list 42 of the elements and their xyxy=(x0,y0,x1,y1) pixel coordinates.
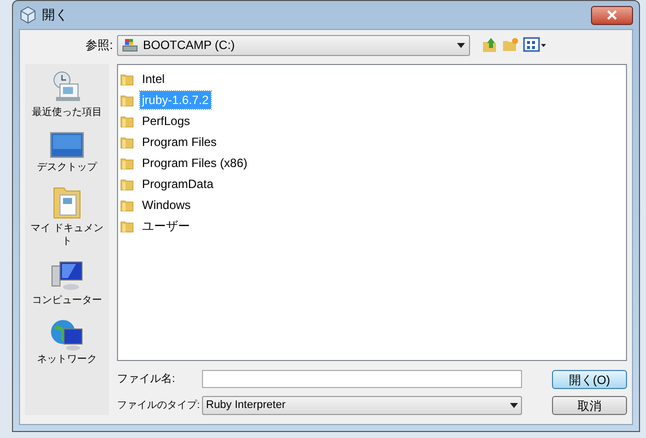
places-bar-item[interactable]: 最近使った項目 xyxy=(27,106,107,119)
folder-name[interactable]: Program Files xyxy=(140,132,219,150)
places-bar-item[interactable]: デスクトップ xyxy=(27,161,107,174)
drive-icon xyxy=(122,37,138,53)
folder-icon xyxy=(120,134,134,148)
open-button[interactable]: 開く(O) xyxy=(552,370,627,388)
folder-icon xyxy=(120,72,134,86)
look-in-label: 参照: xyxy=(84,37,114,54)
dropdown-arrow-icon xyxy=(457,42,465,48)
computer-icon xyxy=(50,260,84,292)
places-bar-item[interactable]: マイ ドキュメント xyxy=(27,222,107,248)
places-bar-item[interactable]: ネットワーク xyxy=(27,353,107,366)
cancel-button[interactable]: 取消 xyxy=(552,396,627,414)
globe-monitor-icon xyxy=(50,319,84,351)
close-icon xyxy=(607,10,617,20)
folder-icon xyxy=(120,114,134,128)
folder-name[interactable]: PerfLogs xyxy=(140,112,192,130)
location-dropdown[interactable]: BOOTCAMP (C:) xyxy=(117,34,470,56)
folder-icon xyxy=(120,198,134,212)
folder-name[interactable]: ProgramData xyxy=(140,174,216,192)
folder-name[interactable]: Program Files (x86) xyxy=(140,154,250,172)
places-bar-item[interactable]: コンピューター xyxy=(27,294,107,307)
folder-icon xyxy=(120,92,134,106)
folder-name[interactable]: Windows xyxy=(140,196,193,214)
filetype-label: ファイルのタイプ: xyxy=(117,398,201,412)
folder-icon xyxy=(120,156,134,170)
view-menu-icon[interactable] xyxy=(523,37,547,53)
filetype-dropdown[interactable]: Ruby Interpreter xyxy=(202,396,522,414)
monitor-icon xyxy=(50,131,84,159)
folder-up-icon[interactable] xyxy=(482,37,498,53)
folder-icon xyxy=(120,176,134,190)
cube-icon xyxy=(19,6,37,24)
close-button[interactable] xyxy=(591,6,633,24)
filename-field[interactable] xyxy=(202,370,522,388)
window-title: 開く xyxy=(42,6,68,24)
folder-documents-icon xyxy=(52,186,82,220)
folder-name[interactable]: Intel xyxy=(140,70,167,88)
folder-name[interactable]: ユーザー xyxy=(140,216,192,234)
folder-icon xyxy=(120,218,134,232)
new-folder-icon[interactable] xyxy=(502,37,519,53)
dropdown-arrow-icon xyxy=(510,402,518,408)
filename-label: ファイル名: xyxy=(117,372,176,387)
